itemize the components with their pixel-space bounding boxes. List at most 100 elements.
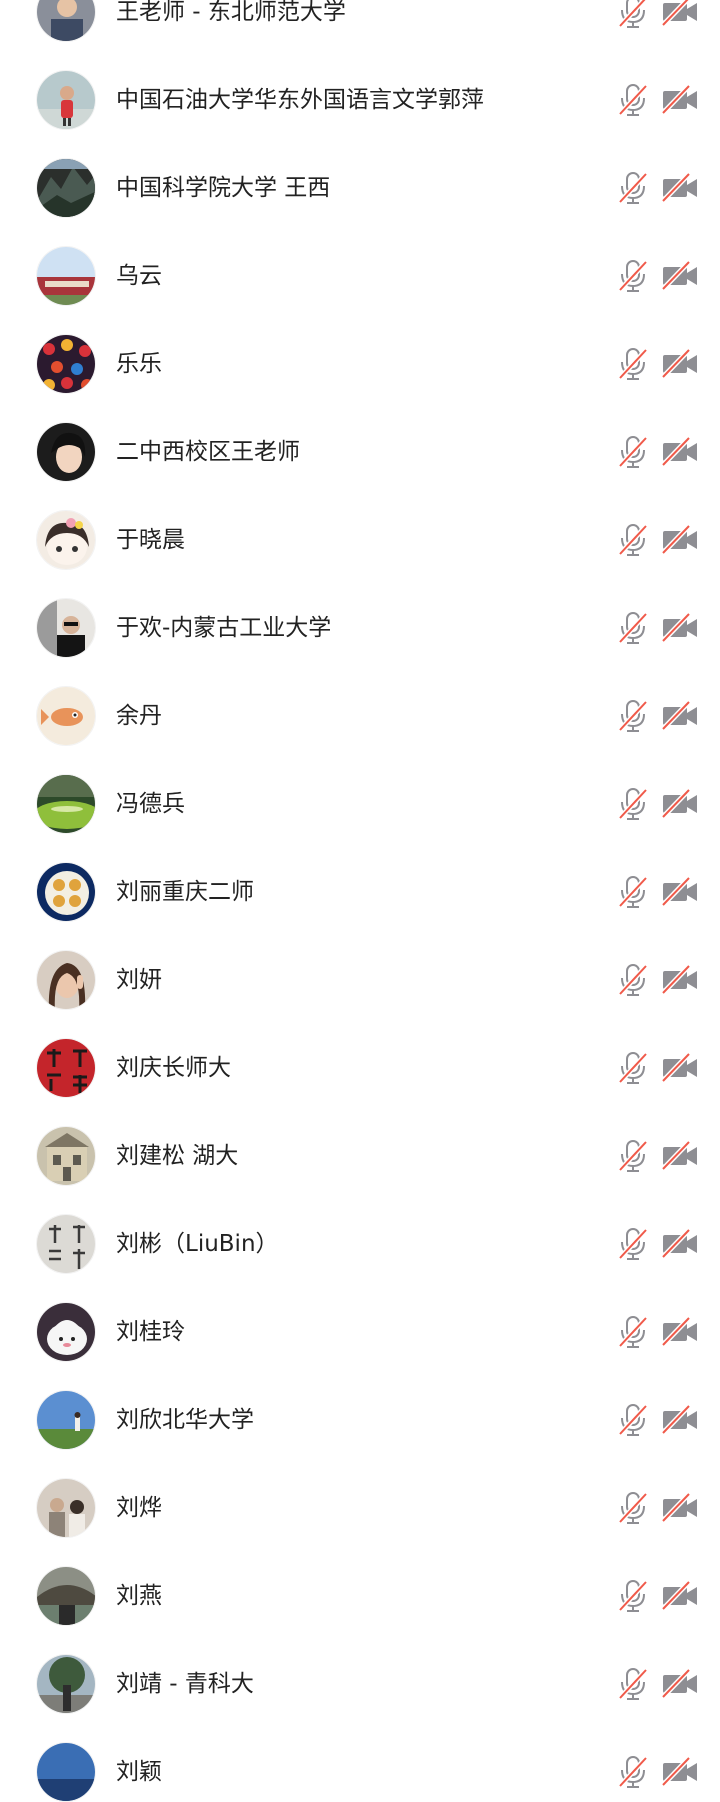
avatar xyxy=(36,1302,96,1362)
participant-name: 刘桂玲 xyxy=(116,1319,185,1345)
camera-off-icon xyxy=(661,877,699,907)
mic-muted-icon xyxy=(616,699,650,733)
mic-muted-icon xyxy=(616,1051,650,1085)
participant-row[interactable]: 刘烨 xyxy=(0,1478,720,1538)
mic-muted-icon xyxy=(616,1491,650,1525)
mic-muted-icon xyxy=(616,347,650,381)
avatar xyxy=(36,950,96,1010)
participant-name: 乐乐 xyxy=(116,351,162,377)
participant-row[interactable]: 余丹 xyxy=(0,686,720,746)
mic-muted-icon xyxy=(616,1579,650,1613)
avatar xyxy=(36,158,96,218)
participant-row[interactable]: 刘妍 xyxy=(0,950,720,1010)
avatar xyxy=(36,1478,96,1538)
mic-muted-icon xyxy=(616,1403,650,1437)
participant-row[interactable]: 刘庆长师大 xyxy=(0,1038,720,1098)
participant-row[interactable]: 冯德兵 xyxy=(0,774,720,834)
avatar xyxy=(36,1654,96,1714)
camera-off-icon xyxy=(661,789,699,819)
participant-row[interactable]: 乐乐 xyxy=(0,334,720,394)
avatar xyxy=(36,1214,96,1274)
participant-name: 王老师 - 东北师范大学 xyxy=(116,0,346,25)
avatar xyxy=(36,334,96,394)
mic-muted-icon xyxy=(616,875,650,909)
camera-off-icon xyxy=(661,965,699,995)
participant-name: 刘丽重庆二师 xyxy=(116,879,254,905)
participant-name: 刘彬（LiuBin） xyxy=(116,1231,279,1257)
camera-off-icon xyxy=(661,701,699,731)
participant-row[interactable]: 乌云 xyxy=(0,246,720,306)
camera-off-icon xyxy=(661,525,699,555)
avatar xyxy=(36,1038,96,1098)
camera-off-icon xyxy=(661,1581,699,1611)
mic-muted-icon xyxy=(616,1667,650,1701)
camera-off-icon xyxy=(661,1053,699,1083)
avatar xyxy=(36,598,96,658)
avatar xyxy=(36,1390,96,1450)
mic-muted-icon xyxy=(616,523,650,557)
camera-off-icon xyxy=(661,1141,699,1171)
participant-row[interactable]: 刘颖 xyxy=(0,1742,720,1802)
participant-row[interactable]: 刘靖 - 青科大 xyxy=(0,1654,720,1714)
mic-muted-icon xyxy=(616,1315,650,1349)
participant-name: 冯德兵 xyxy=(116,791,185,817)
mic-muted-icon xyxy=(616,0,650,29)
mic-muted-icon xyxy=(616,83,650,117)
participant-name: 刘欣北华大学 xyxy=(116,1407,254,1433)
camera-off-icon xyxy=(661,349,699,379)
participant-row[interactable]: 刘燕 xyxy=(0,1566,720,1626)
camera-off-icon xyxy=(661,1669,699,1699)
participant-name: 于晓晨 xyxy=(116,527,185,553)
camera-off-icon xyxy=(661,1757,699,1787)
mic-muted-icon xyxy=(616,1227,650,1261)
mic-muted-icon xyxy=(616,963,650,997)
participant-row[interactable]: 王老师 - 东北师范大学 xyxy=(0,0,720,42)
avatar xyxy=(36,510,96,570)
avatar xyxy=(36,422,96,482)
participant-row[interactable]: 刘建松 湖大 xyxy=(0,1126,720,1186)
mic-muted-icon xyxy=(616,787,650,821)
camera-off-icon xyxy=(661,1405,699,1435)
avatar xyxy=(36,862,96,922)
camera-off-icon xyxy=(661,1229,699,1259)
participant-row[interactable]: 二中西校区王老师 xyxy=(0,422,720,482)
participant-name: 于欢-内蒙古工业大学 xyxy=(116,615,332,641)
participant-row[interactable]: 刘欣北华大学 xyxy=(0,1390,720,1450)
camera-off-icon xyxy=(661,613,699,643)
mic-muted-icon xyxy=(616,171,650,205)
participant-row[interactable]: 中国石油大学华东外国语言文学郭萍 xyxy=(0,70,720,130)
participant-name: 刘建松 湖大 xyxy=(116,1143,239,1169)
camera-off-icon xyxy=(661,173,699,203)
avatar xyxy=(36,1742,96,1802)
camera-off-icon xyxy=(661,1317,699,1347)
avatar xyxy=(36,774,96,834)
participant-name: 刘庆长师大 xyxy=(116,1055,231,1081)
participant-name: 刘妍 xyxy=(116,967,162,993)
participant-name: 刘靖 - 青科大 xyxy=(116,1671,254,1697)
participant-row[interactable]: 中国科学院大学 王西 xyxy=(0,158,720,218)
participant-name: 中国石油大学华东外国语言文学郭萍 xyxy=(116,87,484,113)
avatar xyxy=(36,1126,96,1186)
mic-muted-icon xyxy=(616,611,650,645)
avatar xyxy=(36,246,96,306)
avatar xyxy=(36,70,96,130)
participant-name: 刘烨 xyxy=(116,1495,162,1521)
participant-name: 乌云 xyxy=(116,263,162,289)
camera-off-icon xyxy=(661,0,699,27)
mic-muted-icon xyxy=(616,1139,650,1173)
participant-name: 余丹 xyxy=(116,703,162,729)
participant-name: 刘燕 xyxy=(116,1583,162,1609)
camera-off-icon xyxy=(661,261,699,291)
participant-row[interactable]: 刘桂玲 xyxy=(0,1302,720,1362)
camera-off-icon xyxy=(661,85,699,115)
participant-row[interactable]: 于欢-内蒙古工业大学 xyxy=(0,598,720,658)
participant-row[interactable]: 于晓晨 xyxy=(0,510,720,570)
avatar xyxy=(36,1566,96,1626)
camera-off-icon xyxy=(661,437,699,467)
participant-row[interactable]: 刘丽重庆二师 xyxy=(0,862,720,922)
participant-name: 二中西校区王老师 xyxy=(116,439,300,465)
mic-muted-icon xyxy=(616,1755,650,1789)
avatar xyxy=(36,686,96,746)
mic-muted-icon xyxy=(616,259,650,293)
participant-row[interactable]: 刘彬（LiuBin） xyxy=(0,1214,720,1274)
